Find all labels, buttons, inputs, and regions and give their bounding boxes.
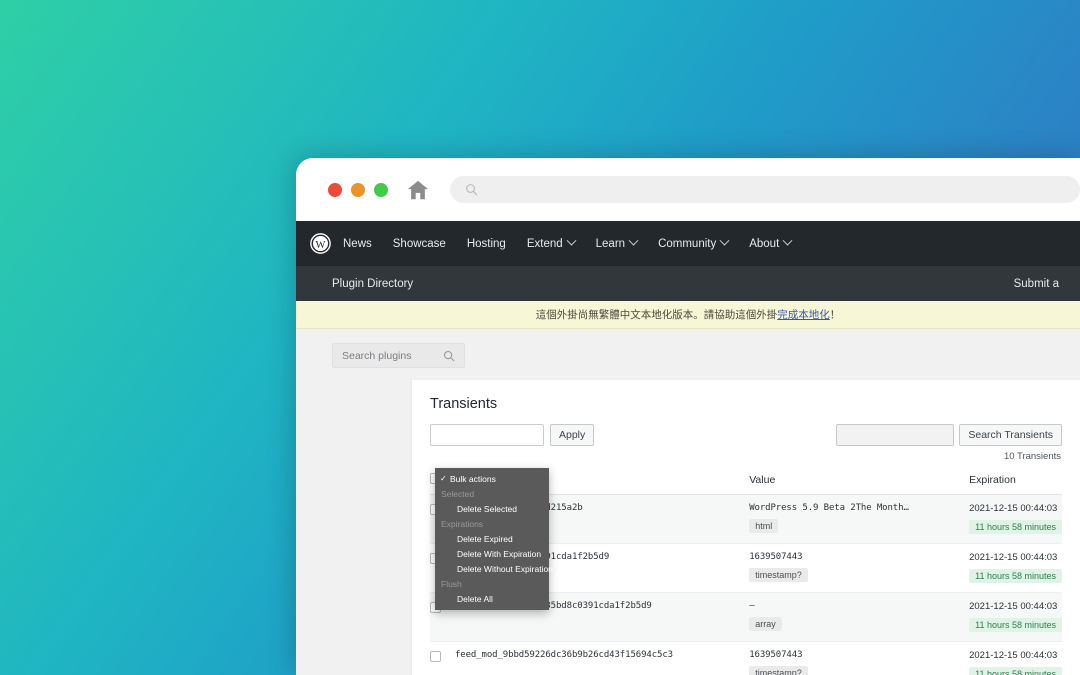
nav-item-learn[interactable]: Learn: [595, 235, 639, 250]
search-icon: [466, 184, 478, 196]
row-value: WordPress 5.9 Beta 2The Month…: [749, 503, 909, 513]
row-checkbox[interactable]: [430, 651, 441, 662]
close-window-button[interactable]: [328, 182, 342, 197]
wp-nav-list: News Showcase Hosting Extend Learn Commu…: [343, 235, 793, 250]
locale-notice-suffix: ！: [829, 309, 841, 321]
row-value-type-badge: html: [749, 519, 779, 533]
nav-label: About: [749, 237, 780, 250]
dropdown-group-selected: Selected: [441, 488, 475, 499]
dropdown-option-bulk-actions[interactable]: Bulk actions: [435, 471, 549, 486]
row-select-cell: [430, 641, 455, 675]
wp-sub-nav: Plugin Directory Submit a: [296, 266, 1080, 301]
dropdown-option-delete-with-expiration[interactable]: Delete With Expiration: [435, 546, 549, 561]
row-value: 1639507443: [749, 552, 803, 562]
dropdown-option-delete-selected[interactable]: Delete Selected: [435, 501, 549, 516]
row-expiration-cell: 2021-12-15 00:44:03 11 hours 58 minutes: [969, 543, 1062, 593]
bulk-actions-area: Apply: [430, 424, 595, 446]
row-expiration-badge: 11 hours 58 minutes: [969, 569, 1062, 583]
nav-label: Community: [658, 237, 717, 250]
search-icon: [443, 350, 455, 361]
address-bar[interactable]: [450, 176, 1080, 203]
transients-search-area: Search Transients: [836, 424, 1062, 446]
search-transients-input[interactable]: [836, 424, 955, 446]
row-value-type-badge: timestamp?: [749, 666, 808, 675]
bulk-actions-dropdown[interactable]: Bulk actions Selected Delete Selected Ex…: [435, 468, 553, 610]
dropdown-option-delete-without-expiration[interactable]: Delete Without Expiration: [435, 561, 553, 576]
locale-notice: 這個外掛尚無繁體中文本地化版本。請協助這個外掛 完成本地化！: [296, 301, 1080, 329]
dropdown-option-delete-expired[interactable]: Delete Expired: [435, 531, 549, 546]
breadcrumb-plugin-directory[interactable]: Plugin Directory: [332, 278, 413, 290]
row-expiration-date: 2021-12-15 00:44:03: [969, 650, 1058, 661]
row-expiration-badge: 11 hours 58 minutes: [969, 667, 1062, 675]
row-expiration-cell: 2021-12-15 00:44:03 11 hours 58 minutes: [969, 641, 1062, 675]
panel-toolbar: Apply Search Transients Bulk actions Sel…: [430, 424, 1062, 610]
row-expiration-date: 2021-12-15 00:44:03: [969, 503, 1058, 514]
page-body: Search plugins Transients Apply Search T…: [296, 329, 1080, 675]
row-expiration-date: 2021-12-15 00:44:03: [969, 552, 1058, 563]
chevron-down-icon: [782, 235, 793, 246]
search-plugins-placeholder: Search plugins: [342, 349, 412, 362]
column-expiration[interactable]: Expiration: [969, 466, 1062, 495]
page-title: Transients: [430, 396, 498, 412]
wordpress-logo-icon[interactable]: W: [297, 233, 343, 254]
row-expiration-cell: 2021-12-15 00:44:03 11 hours 58 minutes: [969, 592, 1062, 642]
transients-count: 10 Transients: [1003, 451, 1061, 462]
row-expiration-cell: 2021-12-15 00:44:03 11 hours 58 minutes: [969, 494, 1062, 544]
nav-label: Extend: [526, 237, 563, 250]
row-value-cell: 1639507443 timestamp?: [749, 641, 970, 675]
column-value[interactable]: Value: [749, 466, 970, 495]
row-value-cell: 1639507443 timestamp?: [749, 543, 970, 593]
nav-label: News: [343, 237, 372, 250]
row-value-type-badge: timestamp?: [749, 568, 808, 582]
home-icon[interactable]: [407, 180, 429, 200]
nav-item-hosting[interactable]: Hosting: [467, 238, 506, 250]
row-value: 1639507443: [749, 650, 803, 660]
minimize-window-button[interactable]: [351, 182, 365, 197]
search-plugins-input[interactable]: Search plugins: [332, 343, 465, 368]
apply-button[interactable]: Apply: [550, 424, 595, 446]
nav-item-showcase[interactable]: Showcase: [393, 238, 446, 250]
chevron-down-icon: [719, 235, 730, 246]
row-value-cell: WordPress 5.9 Beta 2The Month… html: [749, 494, 970, 544]
row-expiration-badge: 11 hours 58 minutes: [969, 520, 1062, 534]
dropdown-option-delete-all[interactable]: Delete All: [435, 591, 549, 606]
dropdown-group-flush: Flush: [441, 578, 462, 589]
table-row: feed_mod_9bbd59226dc36b9b26cd43f15694c5c…: [430, 641, 1062, 675]
search-transients-button[interactable]: Search Transients: [959, 424, 1062, 446]
nav-item-about[interactable]: About: [749, 235, 793, 250]
nav-item-extend[interactable]: Extend: [526, 235, 577, 250]
nav-label: Learn: [595, 237, 626, 250]
row-expiration-date: 2021-12-15 00:44:03: [969, 601, 1058, 612]
locale-notice-text: 這個外掛尚無繁體中文本地化版本。請協助這個外掛: [535, 309, 778, 321]
row-value-cell: — array: [749, 592, 970, 642]
row-value: —: [749, 601, 755, 611]
window-controls: [328, 182, 388, 197]
chevron-down-icon: [566, 235, 577, 246]
svg-text:W: W: [315, 240, 325, 251]
browser-chrome: [296, 158, 1080, 221]
nav-label: Hosting: [466, 237, 506, 250]
nav-item-community[interactable]: Community: [658, 235, 730, 250]
chevron-down-icon: [628, 235, 639, 246]
browser-window: W News Showcase Hosting Extend Learn Com: [296, 158, 1080, 675]
dropdown-group-expirations: Expirations: [441, 518, 484, 529]
locale-notice-link[interactable]: 完成本地化: [777, 307, 830, 322]
row-name: feed_mod_9bbd59226dc36b9b26cd43f15694c5c…: [454, 641, 750, 675]
submit-a-plugin-link[interactable]: Submit a: [1014, 278, 1059, 290]
nav-label: Showcase: [392, 237, 446, 250]
bulk-actions-select[interactable]: [430, 424, 544, 446]
row-value-type-badge: array: [749, 617, 782, 631]
maximize-window-button[interactable]: [374, 182, 388, 197]
nav-item-news[interactable]: News: [343, 238, 372, 250]
row-expiration-badge: 11 hours 58 minutes: [969, 618, 1062, 632]
wp-global-nav: W News Showcase Hosting Extend Learn Com: [296, 221, 1080, 266]
transients-panel: Transients Apply Search Transients Bulk …: [412, 380, 1080, 675]
